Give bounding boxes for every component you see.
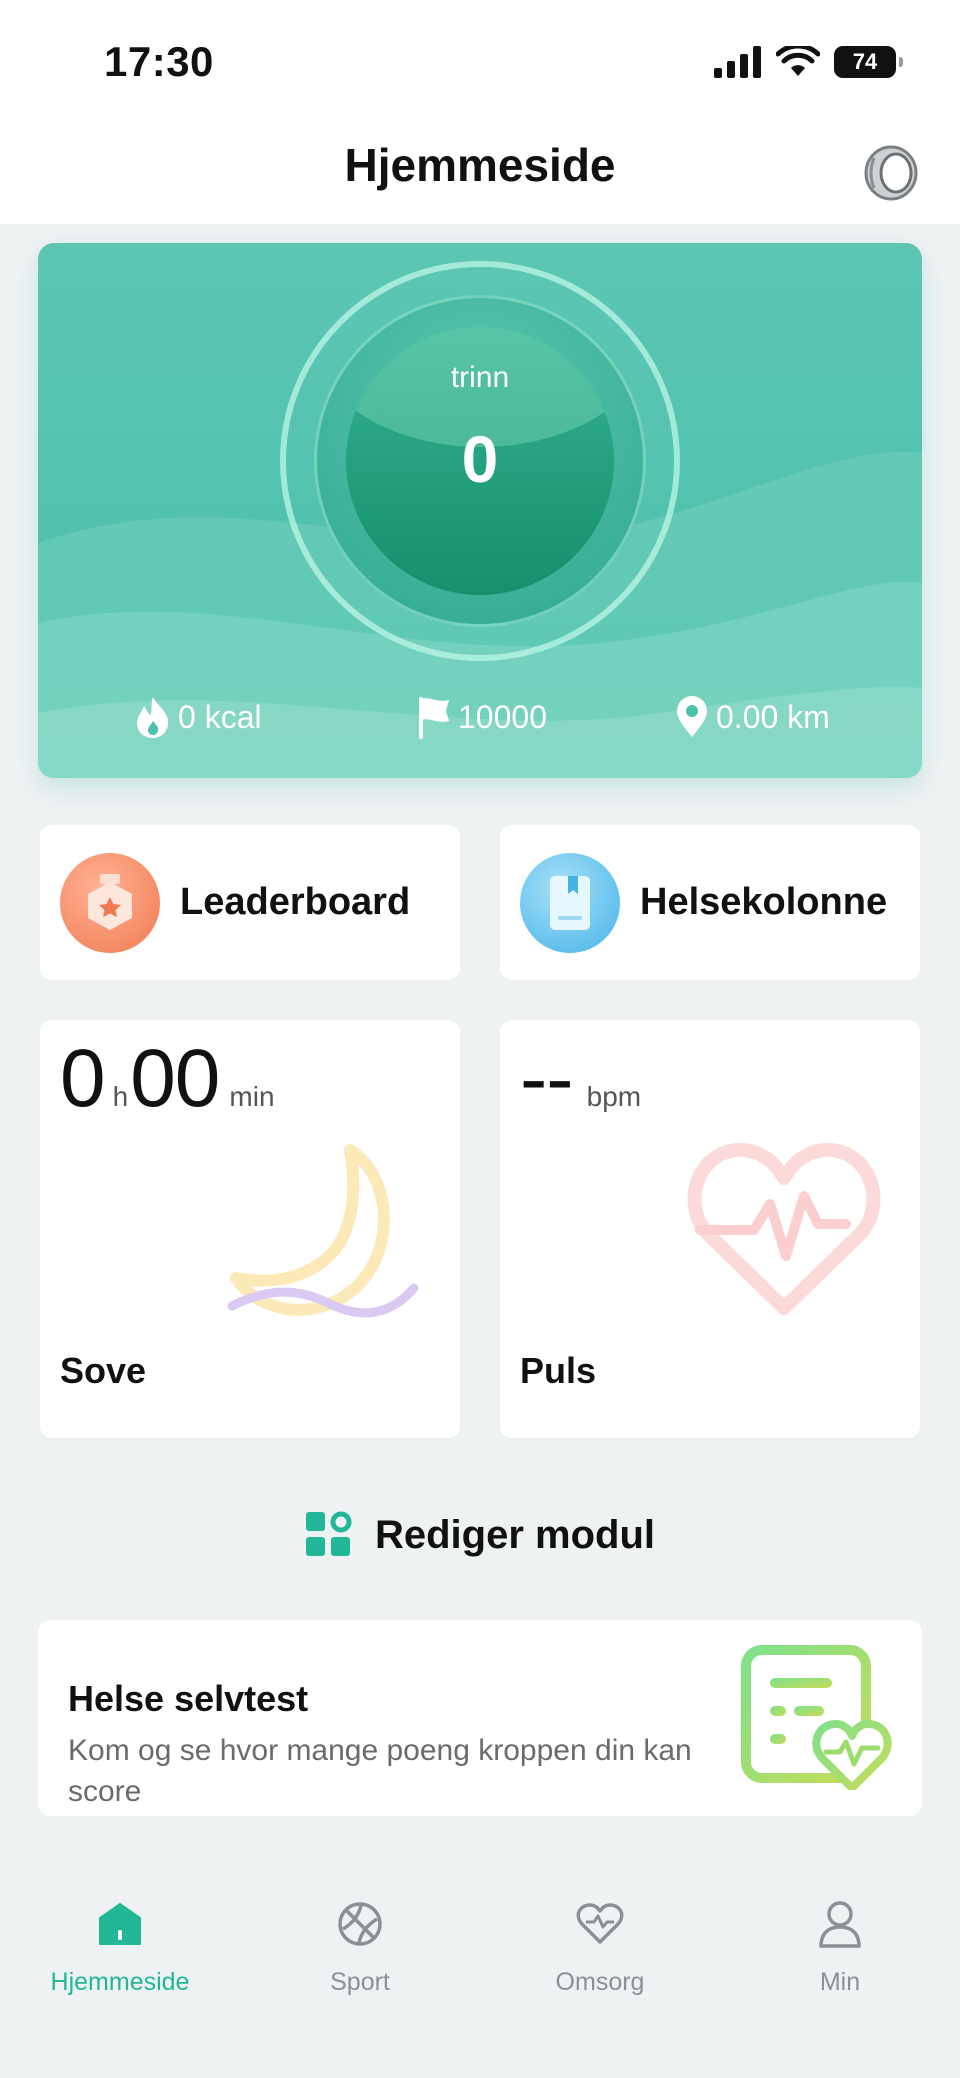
heart-rate-reading: -- bpm bbox=[520, 1032, 647, 1126]
distance-stat: 0.00 km bbox=[674, 695, 830, 739]
edit-module-label: Rediger modul bbox=[374, 1512, 656, 1557]
heart-rate-card[interactable]: -- bpm Puls bbox=[500, 1020, 920, 1438]
heart-pulse-icon bbox=[687, 1143, 881, 1315]
page-title: Hjemmeside bbox=[344, 139, 616, 191]
flag-icon bbox=[419, 697, 449, 739]
heart-rate-unit: bpm bbox=[586, 1081, 642, 1112]
leaderboard-label: Leaderboard bbox=[180, 881, 411, 923]
health-column-label: Helsekolonne bbox=[640, 881, 888, 923]
wifi-icon bbox=[776, 46, 820, 76]
calories-stat: 0 kcal bbox=[134, 695, 262, 739]
calories-text: 0 kcal bbox=[178, 698, 262, 735]
top-header: Hjemmeside bbox=[0, 120, 960, 224]
medal-icon bbox=[60, 852, 160, 953]
moon-icon bbox=[228, 1144, 419, 1318]
heart-rate-title: Puls bbox=[520, 1350, 597, 1391]
battery-indicator: 74 bbox=[834, 46, 903, 78]
tab-me[interactable]: Min bbox=[720, 1894, 960, 1997]
health-report-icon bbox=[741, 1645, 892, 1790]
steps-stats: 0 kcal 10000 0.00 km bbox=[38, 695, 922, 755]
status-bar: 17:30 74 bbox=[0, 0, 960, 120]
self-test-description: Kom og se hvor mange poeng kroppen din k… bbox=[68, 1734, 692, 1808]
location-pin-icon bbox=[677, 696, 707, 737]
heart-rate-value: -- bbox=[520, 1033, 574, 1124]
tab-home-label: Hjemmeside bbox=[50, 1968, 190, 1996]
status-time: 17:30 bbox=[104, 38, 214, 85]
heart-icon bbox=[576, 1903, 624, 1944]
steps-card[interactable]: trinn 0 0 kcal 10000 0.00 km bbox=[38, 243, 922, 778]
edit-module-button[interactable]: Rediger modul bbox=[0, 1505, 960, 1565]
health-column-card[interactable]: Helsekolonne bbox=[500, 825, 920, 980]
tab-sport-label: Sport bbox=[330, 1968, 390, 1996]
grid-settings-icon bbox=[305, 1511, 352, 1556]
steps-label: trinn bbox=[450, 361, 510, 394]
self-test-card[interactable]: Helse selvtest Kom og se hvor mange poen… bbox=[38, 1620, 922, 1816]
bottom-tab-bar: Hjemmeside Sport Omsorg Min bbox=[0, 1844, 960, 2078]
tab-sport[interactable]: Sport bbox=[240, 1894, 480, 1997]
tab-home[interactable]: Hjemmeside bbox=[0, 1894, 240, 1997]
goal-stat: 10000 bbox=[416, 695, 547, 739]
sleep-minutes: 00 bbox=[130, 1033, 220, 1124]
status-icons: 74 bbox=[714, 44, 903, 80]
goal-text: 10000 bbox=[458, 698, 547, 735]
distance-text: 0.00 km bbox=[716, 698, 830, 735]
flame-icon bbox=[137, 697, 169, 738]
signal-icon bbox=[714, 46, 761, 78]
sleep-hours: 0 bbox=[60, 1033, 106, 1124]
tab-care[interactable]: Omsorg bbox=[480, 1894, 720, 1997]
leaderboard-card[interactable]: Leaderboard bbox=[40, 825, 460, 980]
sleep-duration: 0 h 00 min bbox=[60, 1032, 281, 1126]
steps-value: 0 bbox=[461, 422, 499, 496]
sleep-hours-unit: h bbox=[112, 1081, 129, 1112]
book-icon bbox=[520, 852, 620, 953]
tab-me-label: Min bbox=[819, 1968, 861, 1996]
home-icon bbox=[99, 1903, 141, 1945]
battery-level: 74 bbox=[852, 49, 878, 74]
basketball-icon bbox=[338, 1902, 382, 1946]
smart-ring-icon[interactable] bbox=[862, 144, 920, 202]
sleep-minutes-unit: min bbox=[229, 1081, 275, 1112]
sleep-card[interactable]: 0 h 00 min Sove bbox=[40, 1020, 460, 1438]
tab-care-label: Omsorg bbox=[555, 1968, 645, 1996]
person-icon bbox=[819, 1901, 861, 1948]
self-test-title: Helse selvtest bbox=[68, 1678, 309, 1719]
sleep-title: Sove bbox=[60, 1350, 147, 1391]
